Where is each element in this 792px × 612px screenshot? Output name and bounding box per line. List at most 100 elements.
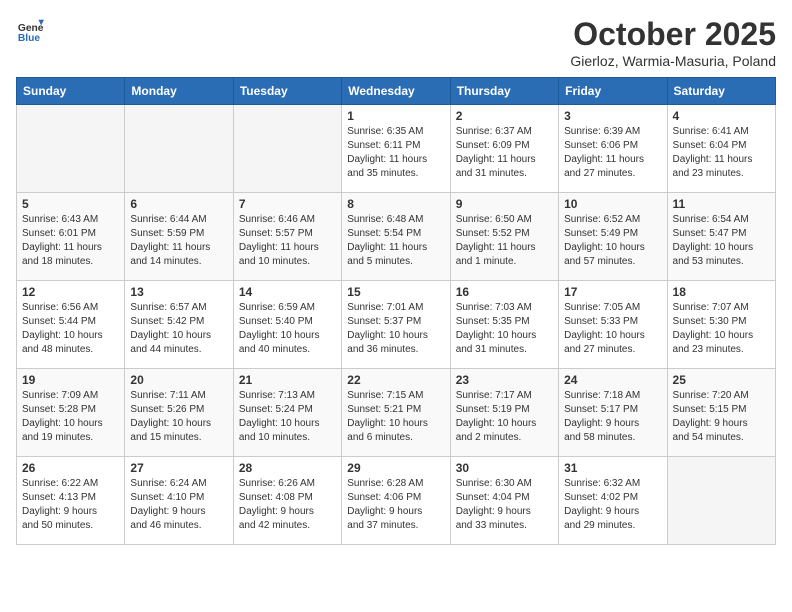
day-number: 11 [673,197,770,211]
day-number: 23 [456,373,553,387]
calendar-cell: 24 Sunrise: 7:18 AM Sunset: 5:17 PM Dayli… [559,369,667,457]
day-number: 1 [347,109,444,123]
day-number: 8 [347,197,444,211]
day-info: Sunrise: 6:26 AM Sunset: 4:08 PM Dayligh… [239,477,336,533]
calendar-cell: 1Sunrise: 6:35 AM Sunset: 6:11 PM Daylig… [342,105,450,193]
day-number: 25 [673,373,770,387]
day-info: Sunrise: 7:03 AM Sunset: 5:35 PM Dayligh… [456,301,553,357]
calendar-cell: 17 Sunrise: 7:05 AM Sunset: 5:33 PM Dayli… [559,281,667,369]
weekday-header: Sunday [17,78,125,105]
day-info: Sunrise: 7:17 AM Sunset: 5:19 PM Dayligh… [456,389,553,445]
day-number: 31 [564,461,661,475]
title-area: October 2025 Gierloz, Warmia-Masuria, Po… [570,16,776,69]
day-number: 22 [347,373,444,387]
day-info: Sunrise: 7:01 AM Sunset: 5:37 PM Dayligh… [347,301,444,357]
day-info: Sunrise: 7:07 AM Sunset: 5:30 PM Dayligh… [673,301,770,357]
calendar-week-row: 1Sunrise: 6:35 AM Sunset: 6:11 PM Daylig… [17,105,776,193]
day-info: Sunrise: 7:11 AM Sunset: 5:26 PM Dayligh… [130,389,227,445]
calendar-cell [17,105,125,193]
calendar-table: SundayMondayTuesdayWednesdayThursdayFrid… [16,77,776,545]
day-info: Sunrise: 6:32 AM Sunset: 4:02 PM Dayligh… [564,477,661,533]
day-info: Sunrise: 6:28 AM Sunset: 4:06 PM Dayligh… [347,477,444,533]
calendar-cell: 3 Sunrise: 6:39 AM Sunset: 6:06 PM Daylig… [559,105,667,193]
weekday-header: Tuesday [233,78,341,105]
calendar-cell: 2 Sunrise: 6:37 AM Sunset: 6:09 PM Daylig… [450,105,558,193]
day-info: Sunrise: 6:54 AM Sunset: 5:47 PM Dayligh… [673,213,770,269]
calendar-cell: 15 Sunrise: 7:01 AM Sunset: 5:37 PM Dayli… [342,281,450,369]
calendar-cell: 22 Sunrise: 7:15 AM Sunset: 5:21 PM Dayli… [342,369,450,457]
day-number: 13 [130,285,227,299]
calendar-cell: 30Sunrise: 6:30 AM Sunset: 4:04 PM Dayli… [450,457,558,545]
weekday-header: Friday [559,78,667,105]
day-number: 9 [456,197,553,211]
day-info: Sunrise: 6:56 AM Sunset: 5:44 PM Dayligh… [22,301,119,357]
day-info: Sunrise: 6:44 AM Sunset: 5:59 PM Dayligh… [130,213,227,269]
day-info: Sunrise: 7:13 AM Sunset: 5:24 PM Dayligh… [239,389,336,445]
day-number: 4 [673,109,770,123]
calendar-cell: 19 Sunrise: 7:09 AM Sunset: 5:28 PM Dayli… [17,369,125,457]
day-number: 19 [22,373,119,387]
month-title: October 2025 [570,16,776,53]
logo-icon: General Blue [16,16,44,44]
day-info: Sunrise: 6:57 AM Sunset: 5:42 PM Dayligh… [130,301,227,357]
day-number: 17 [564,285,661,299]
day-number: 7 [239,197,336,211]
day-number: 10 [564,197,661,211]
day-info: Sunrise: 7:20 AM Sunset: 5:15 PM Dayligh… [673,389,770,445]
day-number: 15 [347,285,444,299]
day-info: Sunrise: 6:50 AM Sunset: 5:52 PM Dayligh… [456,213,553,269]
day-number: 20 [130,373,227,387]
day-number: 2 [456,109,553,123]
day-number: 16 [456,285,553,299]
day-info: Sunrise: 7:18 AM Sunset: 5:17 PM Dayligh… [564,389,661,445]
location: Gierloz, Warmia-Masuria, Poland [570,53,776,69]
calendar-cell: 5Sunrise: 6:43 AM Sunset: 6:01 PM Daylig… [17,193,125,281]
day-info: Sunrise: 6:22 AM Sunset: 4:13 PM Dayligh… [22,477,119,533]
calendar-cell: 20 Sunrise: 7:11 AM Sunset: 5:26 PM Dayli… [125,369,233,457]
day-info: Sunrise: 7:05 AM Sunset: 5:33 PM Dayligh… [564,301,661,357]
day-number: 14 [239,285,336,299]
weekday-header: Saturday [667,78,775,105]
day-info: Sunrise: 6:43 AM Sunset: 6:01 PM Dayligh… [22,213,119,269]
calendar-cell: 12Sunrise: 6:56 AM Sunset: 5:44 PM Dayli… [17,281,125,369]
calendar-cell [233,105,341,193]
day-info: Sunrise: 7:09 AM Sunset: 5:28 PM Dayligh… [22,389,119,445]
calendar-cell: 25 Sunrise: 7:20 AM Sunset: 5:15 PM Dayli… [667,369,775,457]
calendar-cell: 6 Sunrise: 6:44 AM Sunset: 5:59 PM Daylig… [125,193,233,281]
calendar-cell: 28 Sunrise: 6:26 AM Sunset: 4:08 PM Dayli… [233,457,341,545]
weekday-header-row: SundayMondayTuesdayWednesdayThursdayFrid… [17,78,776,105]
day-number: 3 [564,109,661,123]
calendar-cell: 18Sunrise: 7:07 AM Sunset: 5:30 PM Dayli… [667,281,775,369]
day-info: Sunrise: 6:24 AM Sunset: 4:10 PM Dayligh… [130,477,227,533]
day-info: Sunrise: 6:52 AM Sunset: 5:49 PM Dayligh… [564,213,661,269]
day-info: Sunrise: 6:39 AM Sunset: 6:06 PM Dayligh… [564,125,661,181]
day-number: 21 [239,373,336,387]
day-number: 28 [239,461,336,475]
calendar-week-row: 12Sunrise: 6:56 AM Sunset: 5:44 PM Dayli… [17,281,776,369]
day-number: 6 [130,197,227,211]
day-info: Sunrise: 7:15 AM Sunset: 5:21 PM Dayligh… [347,389,444,445]
day-number: 29 [347,461,444,475]
calendar-cell: 10 Sunrise: 6:52 AM Sunset: 5:49 PM Dayli… [559,193,667,281]
calendar-cell: 16 Sunrise: 7:03 AM Sunset: 5:35 PM Dayli… [450,281,558,369]
calendar-cell: 7 Sunrise: 6:46 AM Sunset: 5:57 PM Daylig… [233,193,341,281]
calendar-cell: 14 Sunrise: 6:59 AM Sunset: 5:40 PM Dayli… [233,281,341,369]
weekday-header: Thursday [450,78,558,105]
weekday-header: Monday [125,78,233,105]
day-number: 24 [564,373,661,387]
day-info: Sunrise: 6:46 AM Sunset: 5:57 PM Dayligh… [239,213,336,269]
svg-text:Blue: Blue [18,33,41,44]
calendar-cell: 11 Sunrise: 6:54 AM Sunset: 5:47 PM Dayli… [667,193,775,281]
calendar-cell: 29 Sunrise: 6:28 AM Sunset: 4:06 PM Dayli… [342,457,450,545]
day-info: Sunrise: 6:37 AM Sunset: 6:09 PM Dayligh… [456,125,553,181]
calendar-cell: 4Sunrise: 6:41 AM Sunset: 6:04 PM Daylig… [667,105,775,193]
day-info: Sunrise: 6:59 AM Sunset: 5:40 PM Dayligh… [239,301,336,357]
calendar-cell: 9 Sunrise: 6:50 AM Sunset: 5:52 PM Daylig… [450,193,558,281]
calendar-cell: 31 Sunrise: 6:32 AM Sunset: 4:02 PM Dayli… [559,457,667,545]
calendar-week-row: 26Sunrise: 6:22 AM Sunset: 4:13 PM Dayli… [17,457,776,545]
day-info: Sunrise: 6:48 AM Sunset: 5:54 PM Dayligh… [347,213,444,269]
day-info: Sunrise: 6:30 AM Sunset: 4:04 PM Dayligh… [456,477,553,533]
calendar-cell [667,457,775,545]
calendar-cell [125,105,233,193]
calendar-cell: 21 Sunrise: 7:13 AM Sunset: 5:24 PM Dayli… [233,369,341,457]
